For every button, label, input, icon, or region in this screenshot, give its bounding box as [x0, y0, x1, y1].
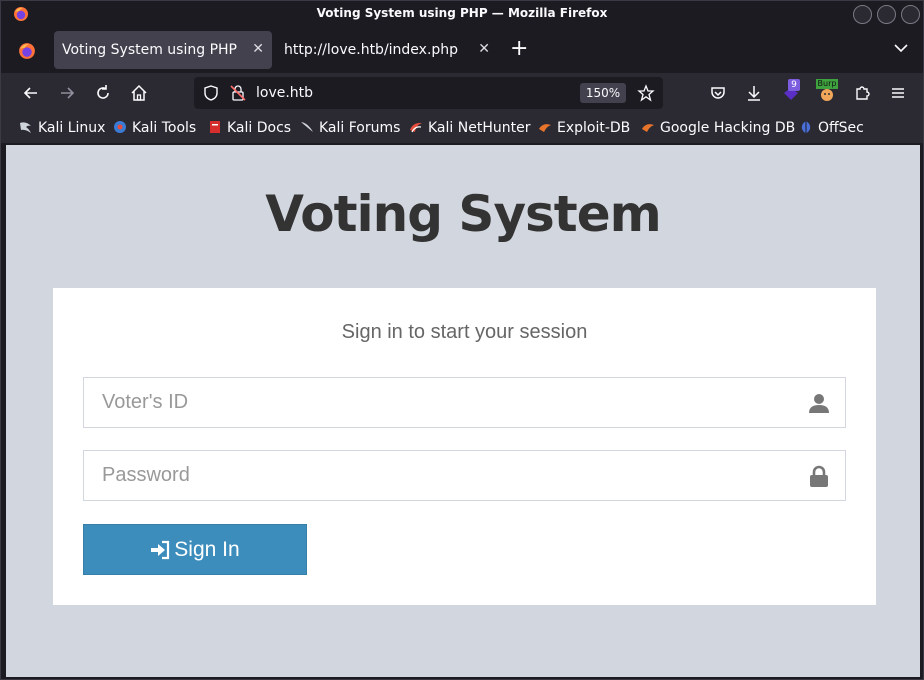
login-subtitle: Sign in to start your session — [341, 321, 588, 343]
extension-button[interactable]: 9 — [780, 79, 804, 105]
user-icon — [809, 394, 829, 413]
lock-icon — [810, 465, 828, 487]
shield-icon[interactable] — [202, 84, 220, 102]
bookmark-kali-linux[interactable]: Kali Linux — [19, 120, 105, 136]
tab-love-htb[interactable]: http://love.htb/index.php ✕ — [276, 31, 498, 69]
close-tab-icon[interactable]: ✕ — [252, 41, 264, 57]
back-arrow-icon[interactable] — [21, 83, 41, 103]
tab-voting-system[interactable]: Voting System using PHP ✕ — [54, 31, 272, 69]
browser-window: Voting System using PHP — Mozilla Firefo… — [0, 0, 924, 680]
nav-bar: love.htb 150% 9 Burp — [1, 73, 923, 113]
extensions-puzzle-icon[interactable] — [852, 83, 872, 103]
login-box: Sign in to start your session Voter's ID… — [53, 288, 876, 605]
bookmark-kali-nethunter[interactable]: Kali NetHunter — [409, 120, 530, 136]
reload-icon[interactable] — [93, 83, 113, 103]
password-input[interactable] — [84, 451, 845, 500]
exploit-db-icon — [539, 124, 551, 132]
kali-tools-icon — [114, 121, 126, 133]
kali-dragon-icon — [20, 122, 31, 133]
hamburger-menu-icon[interactable] — [888, 83, 908, 103]
bookmark-kali-docs[interactable]: Kali Docs — [208, 120, 291, 136]
voter-id-input[interactable] — [84, 378, 845, 427]
pocket-icon[interactable] — [708, 83, 728, 103]
burp-extension-button[interactable]: Burp — [816, 79, 840, 105]
sign-in-button[interactable]: Sign In — [83, 524, 307, 575]
star-bookmark-icon[interactable] — [637, 84, 655, 102]
maximize-button[interactable] — [877, 5, 896, 24]
bookmarks-toolbar: Kali Linux Kali Tools Kali Docs Kali For… — [1, 113, 923, 143]
bookmark-exploit-db[interactable]: Exploit-DB — [538, 120, 630, 136]
bookmark-google-hacking-db[interactable]: Google Hacking DB — [641, 120, 795, 136]
forward-arrow-icon[interactable] — [57, 83, 77, 103]
page-content: Voting System Sign in to start your sess… — [6, 145, 920, 677]
nethunter-icon — [410, 122, 422, 133]
url-bar[interactable]: love.htb 150% — [194, 77, 663, 109]
firefox-view-icon[interactable] — [18, 42, 36, 60]
bookmark-offsec[interactable]: OffSec — [799, 120, 864, 136]
extension-badge: 9 — [788, 79, 800, 91]
ghdb-icon — [642, 124, 654, 132]
password-field — [83, 450, 846, 501]
chevron-down-icon[interactable] — [893, 40, 909, 56]
sign-in-icon — [151, 540, 170, 559]
bookmark-kali-forums[interactable]: Kali Forums — [300, 120, 400, 136]
zoom-level-button[interactable]: 150% — [580, 83, 626, 103]
offsec-icon — [801, 121, 811, 133]
tab-strip: Voting System using PHP ✕ http://love.ht… — [1, 27, 923, 73]
page-title: Voting System — [265, 185, 661, 243]
new-tab-button[interactable]: + — [510, 37, 528, 61]
kali-forums-icon — [301, 122, 313, 132]
window-title: Voting System using PHP — Mozilla Firefo… — [316, 6, 608, 20]
title-bar: Voting System using PHP — Mozilla Firefo… — [1, 1, 923, 27]
download-icon[interactable] — [744, 83, 764, 103]
voter-id-field — [83, 377, 846, 428]
minimize-button[interactable] — [853, 5, 872, 24]
close-tab-icon[interactable]: ✕ — [478, 41, 490, 57]
kali-docs-icon — [210, 121, 220, 133]
bookmark-kali-tools[interactable]: Kali Tools — [113, 120, 196, 136]
tab-label: Voting System using PHP — [62, 42, 237, 58]
home-icon[interactable] — [129, 83, 149, 103]
url-text[interactable]: love.htb — [256, 85, 313, 101]
close-window-button[interactable] — [901, 5, 920, 24]
tab-label: http://love.htb/index.php — [284, 42, 459, 58]
insecure-lock-icon[interactable] — [229, 84, 247, 102]
burp-face-icon — [821, 89, 833, 101]
sign-in-label: Sign In — [174, 537, 240, 561]
